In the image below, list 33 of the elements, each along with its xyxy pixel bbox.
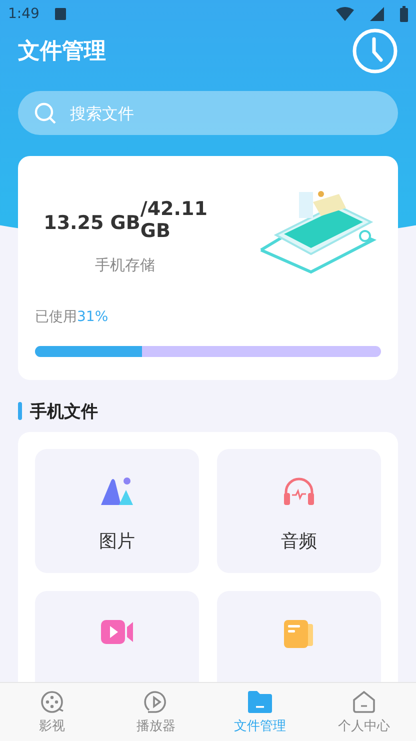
nav-tab[interactable]: 影视 <box>0 683 104 741</box>
category-label: 图片 <box>99 530 135 553</box>
storage-label: 手机存储 <box>95 256 155 275</box>
total-size: /42.11 GB <box>140 198 206 242</box>
wifi-icon <box>336 7 354 21</box>
status-time: 1:49 <box>8 6 40 22</box>
usage-text: 已使用31% <box>35 308 110 326</box>
signal-icon <box>370 7 384 21</box>
search-icon <box>34 102 56 124</box>
category-tile[interactable] <box>35 591 199 682</box>
play-circle-icon <box>144 690 168 714</box>
nav-tab[interactable]: 播放器 <box>104 683 208 741</box>
battery-icon <box>400 6 408 22</box>
nav-tab[interactable]: 文件管理 <box>208 683 312 741</box>
search-bar[interactable]: 搜索文件 <box>18 91 398 135</box>
document-icon <box>283 619 315 649</box>
image-icon <box>99 477 135 507</box>
film-reel-icon <box>40 690 64 714</box>
nav-tab[interactable]: 个人中心 <box>312 683 416 741</box>
page-title: 文件管理 <box>18 38 106 66</box>
category-label: 音频 <box>281 530 317 553</box>
category-tile[interactable]: 音频 <box>217 449 381 573</box>
headphones-icon <box>282 477 316 507</box>
folder-icon <box>247 690 273 714</box>
used-size: 13.25 GB <box>44 212 140 234</box>
category-tile[interactable] <box>217 591 381 682</box>
notification-icon <box>55 8 66 20</box>
section-title: 手机文件 <box>30 400 98 422</box>
home-icon <box>352 690 376 714</box>
clock-icon[interactable] <box>352 28 398 74</box>
search-field[interactable]: 搜索文件 <box>68 102 382 124</box>
video-camera-icon <box>100 619 134 645</box>
category-tile[interactable]: 图片 <box>35 449 199 573</box>
